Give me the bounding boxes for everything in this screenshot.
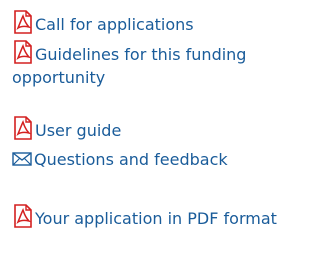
link-label[interactable]: User guide (35, 121, 121, 140)
pdf-icon[interactable] (12, 116, 34, 140)
pdf-icon[interactable] (12, 40, 34, 64)
link-label[interactable]: Call for applications (35, 15, 194, 34)
link-label[interactable]: Guidelines for this funding opportunity (12, 45, 246, 87)
pdf-icon[interactable] (12, 10, 34, 34)
call-for-applications-link[interactable]: Call for applications (12, 6, 310, 36)
link-label[interactable]: Questions and feedback (34, 150, 228, 169)
user-guide-link[interactable]: User guide (12, 112, 310, 142)
questions-feedback-link[interactable]: Questions and feedback (12, 148, 310, 171)
envelope-icon[interactable] (12, 149, 32, 166)
pdf-icon[interactable] (12, 204, 34, 228)
link-label[interactable]: Your application in PDF format (35, 209, 277, 228)
guidelines-link[interactable]: Guidelines for this funding opportunity (12, 36, 310, 89)
application-pdf-link[interactable]: Your application in PDF format (12, 200, 310, 230)
